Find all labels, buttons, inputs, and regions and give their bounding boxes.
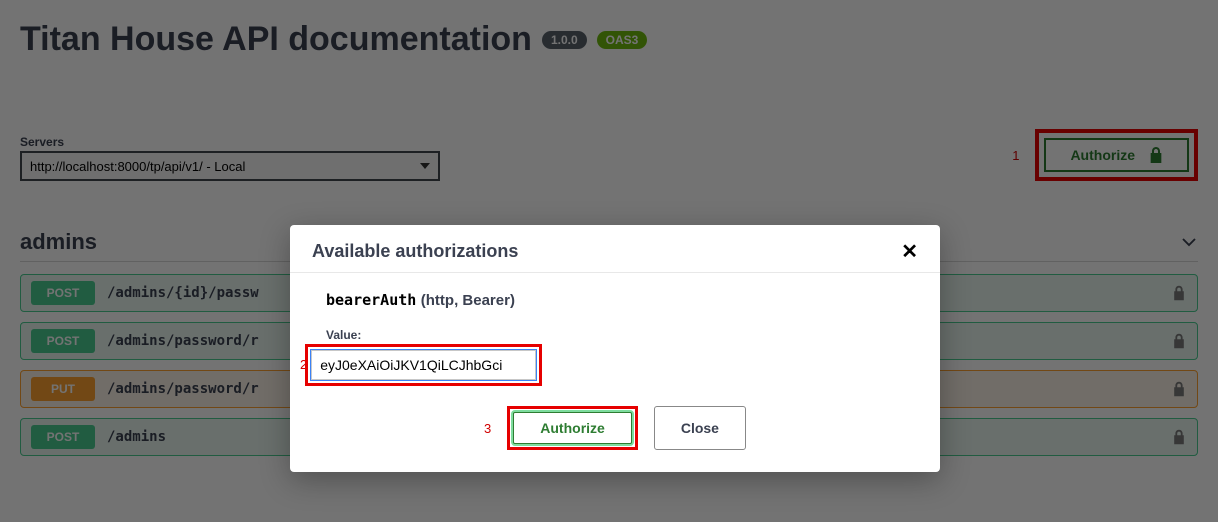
close-icon[interactable]: ✕ [901, 242, 918, 262]
auth-scheme-name: bearerAuth [326, 291, 416, 309]
modal-close-button[interactable]: Close [654, 406, 746, 450]
annotation-3: 3 [484, 421, 491, 436]
value-label: Value: [326, 328, 904, 342]
modal-title: Available authorizations [312, 241, 518, 262]
modal-authorize-button[interactable]: Authorize [512, 411, 633, 445]
authorize-modal: Available authorizations ✕ bearerAuth (h… [290, 225, 940, 472]
modal-authorize-highlight: Authorize [507, 406, 638, 450]
bearer-token-input[interactable] [311, 350, 536, 380]
value-input-highlight [305, 344, 542, 386]
auth-scheme-type: (http, Bearer) [421, 292, 515, 309]
